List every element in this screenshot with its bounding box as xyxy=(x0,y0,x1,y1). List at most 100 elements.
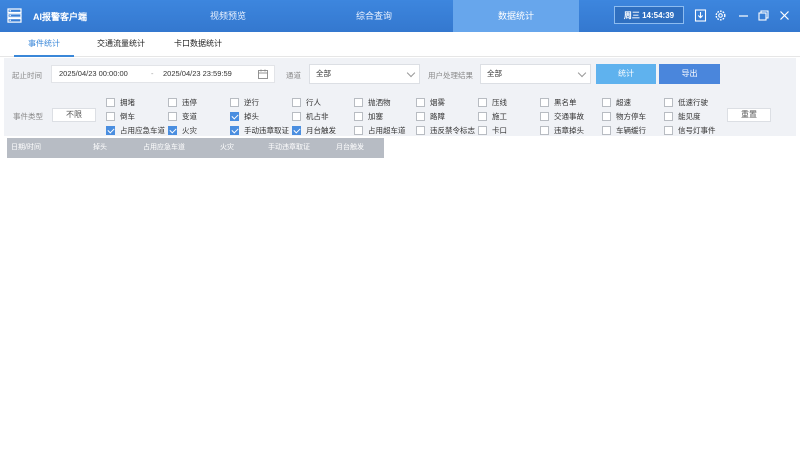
calendar-icon[interactable] xyxy=(258,69,268,79)
event-type-checkbox[interactable]: 加塞 xyxy=(354,111,383,122)
channel-select[interactable]: 全部 xyxy=(309,64,420,84)
checkbox-icon[interactable] xyxy=(354,125,363,135)
event-type-checkbox-label: 月台触发 xyxy=(306,126,336,135)
event-type-checkbox-label: 违反禁令标志 xyxy=(430,126,475,135)
event-type-checkbox[interactable]: 违章掉头 xyxy=(540,125,584,136)
checkbox-icon[interactable] xyxy=(602,111,611,121)
channel-value: 全部 xyxy=(316,69,331,78)
event-type-checkbox[interactable]: 逆行 xyxy=(230,97,259,108)
checkbox-icon[interactable] xyxy=(540,97,549,107)
event-type-checkbox[interactable]: 烟雾 xyxy=(416,97,445,108)
event-type-checkbox[interactable]: 路障 xyxy=(416,111,445,122)
tab-video-preview[interactable]: 视频预览 xyxy=(155,0,301,32)
column-header-emergency-lane[interactable]: 占用应急车道 xyxy=(143,138,185,158)
checkbox-icon[interactable] xyxy=(540,111,549,121)
checkbox-icon[interactable] xyxy=(230,97,239,107)
event-type-checkbox[interactable]: 占用应急车道 xyxy=(106,125,165,136)
event-type-label: 事件类型 xyxy=(13,112,43,121)
event-type-checkbox[interactable]: 倒车 xyxy=(106,111,135,122)
minimize-icon[interactable] xyxy=(737,9,750,22)
column-header-manual-evidence[interactable]: 手动违章取证 xyxy=(268,138,310,158)
event-type-checkbox-label: 物方停车 xyxy=(616,112,646,121)
checkbox-icon[interactable] xyxy=(354,111,363,121)
event-type-checkbox[interactable]: 超速 xyxy=(602,97,631,108)
event-type-checkbox[interactable]: 压线 xyxy=(478,97,507,108)
user-result-select[interactable]: 全部 xyxy=(480,64,591,84)
event-type-checkbox[interactable]: 占用超车道 xyxy=(354,125,406,136)
checkbox-icon[interactable] xyxy=(168,97,177,107)
checkbox-icon[interactable] xyxy=(602,97,611,107)
event-type-checkbox[interactable]: 行人 xyxy=(292,97,321,108)
checkbox-icon[interactable] xyxy=(416,125,425,135)
event-type-checkbox[interactable]: 物方停车 xyxy=(602,111,646,122)
event-type-checkbox-label: 能见度 xyxy=(678,112,701,121)
checkbox-icon[interactable] xyxy=(106,111,115,121)
checkbox-checked-icon[interactable] xyxy=(230,111,239,121)
time-range-input[interactable]: 2025/04/23 00:00:00 - 2025/04/23 23:59:5… xyxy=(51,65,275,83)
checkbox-icon[interactable] xyxy=(664,111,673,121)
event-type-checkbox[interactable]: 能见度 xyxy=(664,111,701,122)
column-header-datetime[interactable]: 日期/时间 xyxy=(11,138,41,158)
restore-icon[interactable] xyxy=(757,9,770,22)
event-type-checkbox[interactable]: 卡口 xyxy=(478,125,507,136)
export-icon[interactable] xyxy=(694,9,707,22)
event-type-checkbox[interactable]: 手动违章取证 xyxy=(230,125,289,136)
subtab-event-statistics[interactable]: 事件统计 xyxy=(14,32,74,57)
event-type-checkbox[interactable]: 交通事故 xyxy=(540,111,584,122)
checkbox-icon[interactable] xyxy=(354,97,363,107)
event-type-checkbox[interactable]: 机占非 xyxy=(292,111,329,122)
chevron-down-icon xyxy=(577,68,587,78)
event-type-checkbox-label: 烟雾 xyxy=(430,98,445,107)
subtab-checkpoint-statistics[interactable]: 卡口数据统计 xyxy=(166,32,230,57)
close-icon[interactable] xyxy=(778,9,791,22)
checkbox-icon[interactable] xyxy=(478,111,487,121)
event-type-checkbox[interactable]: 火灾 xyxy=(168,125,197,136)
checkbox-checked-icon[interactable] xyxy=(168,125,177,135)
checkbox-icon[interactable] xyxy=(602,125,611,135)
event-type-checkbox[interactable]: 信号灯事件 xyxy=(664,125,716,136)
export-button[interactable]: 导出 xyxy=(659,64,720,84)
start-time-field[interactable]: 2025/04/23 00:00:00 xyxy=(59,66,128,82)
unlimited-button[interactable]: 不限 xyxy=(52,108,96,122)
table-header: 日期/时间 掉头 占用应急车道 火灾 手动违章取证 月台触发 xyxy=(7,138,384,158)
checkbox-icon[interactable] xyxy=(664,125,673,135)
checkbox-icon[interactable] xyxy=(292,97,301,107)
settings-icon[interactable] xyxy=(714,9,727,22)
tab-general-query[interactable]: 综合查询 xyxy=(301,0,447,32)
checkbox-checked-icon[interactable] xyxy=(292,125,301,135)
event-type-checkbox[interactable]: 违停 xyxy=(168,97,197,108)
statistics-button[interactable]: 统计 xyxy=(596,64,656,84)
reset-button[interactable]: 重置 xyxy=(727,108,771,122)
checkbox-icon[interactable] xyxy=(478,125,487,135)
checkbox-checked-icon[interactable] xyxy=(106,125,115,135)
checkbox-icon[interactable] xyxy=(416,111,425,121)
event-type-checkbox[interactable]: 掉头 xyxy=(230,111,259,122)
checkbox-icon[interactable] xyxy=(540,125,549,135)
event-type-checkbox[interactable]: 黑名单 xyxy=(540,97,577,108)
checkbox-checked-icon[interactable] xyxy=(230,125,239,135)
event-type-checkbox[interactable]: 低速行驶 xyxy=(664,97,708,108)
column-header-platform-trigger[interactable]: 月台触发 xyxy=(336,138,364,158)
filter-panel: 起止时间 2025/04/23 00:00:00 - 2025/04/23 23… xyxy=(4,58,796,136)
event-type-checkbox[interactable]: 违反禁令标志 xyxy=(416,125,475,136)
tab-data-statistics[interactable]: 数据统计 xyxy=(453,0,579,32)
subtab-traffic-flow-statistics[interactable]: 交通流量统计 xyxy=(88,32,154,57)
checkbox-icon[interactable] xyxy=(416,97,425,107)
event-type-checkbox[interactable]: 施工 xyxy=(478,111,507,122)
checkbox-icon[interactable] xyxy=(106,97,115,107)
event-type-checkbox-label: 占用超车道 xyxy=(368,126,406,135)
event-type-checkbox-label: 火灾 xyxy=(182,126,197,135)
event-type-checkbox[interactable]: 拥堵 xyxy=(106,97,135,108)
checkbox-icon[interactable] xyxy=(292,111,301,121)
event-type-checkbox[interactable]: 抛洒物 xyxy=(354,97,391,108)
event-type-checkbox[interactable]: 变道 xyxy=(168,111,197,122)
checkbox-icon[interactable] xyxy=(664,97,673,107)
checkbox-icon[interactable] xyxy=(478,97,487,107)
event-type-checkbox[interactable]: 车辆缓行 xyxy=(602,125,646,136)
column-header-fire[interactable]: 火灾 xyxy=(220,138,234,158)
column-header-u-turn[interactable]: 掉头 xyxy=(93,138,107,158)
end-time-field[interactable]: 2025/04/23 23:59:59 xyxy=(163,66,232,82)
checkbox-icon[interactable] xyxy=(168,111,177,121)
time-separator: - xyxy=(151,69,154,78)
event-type-checkbox[interactable]: 月台触发 xyxy=(292,125,336,136)
